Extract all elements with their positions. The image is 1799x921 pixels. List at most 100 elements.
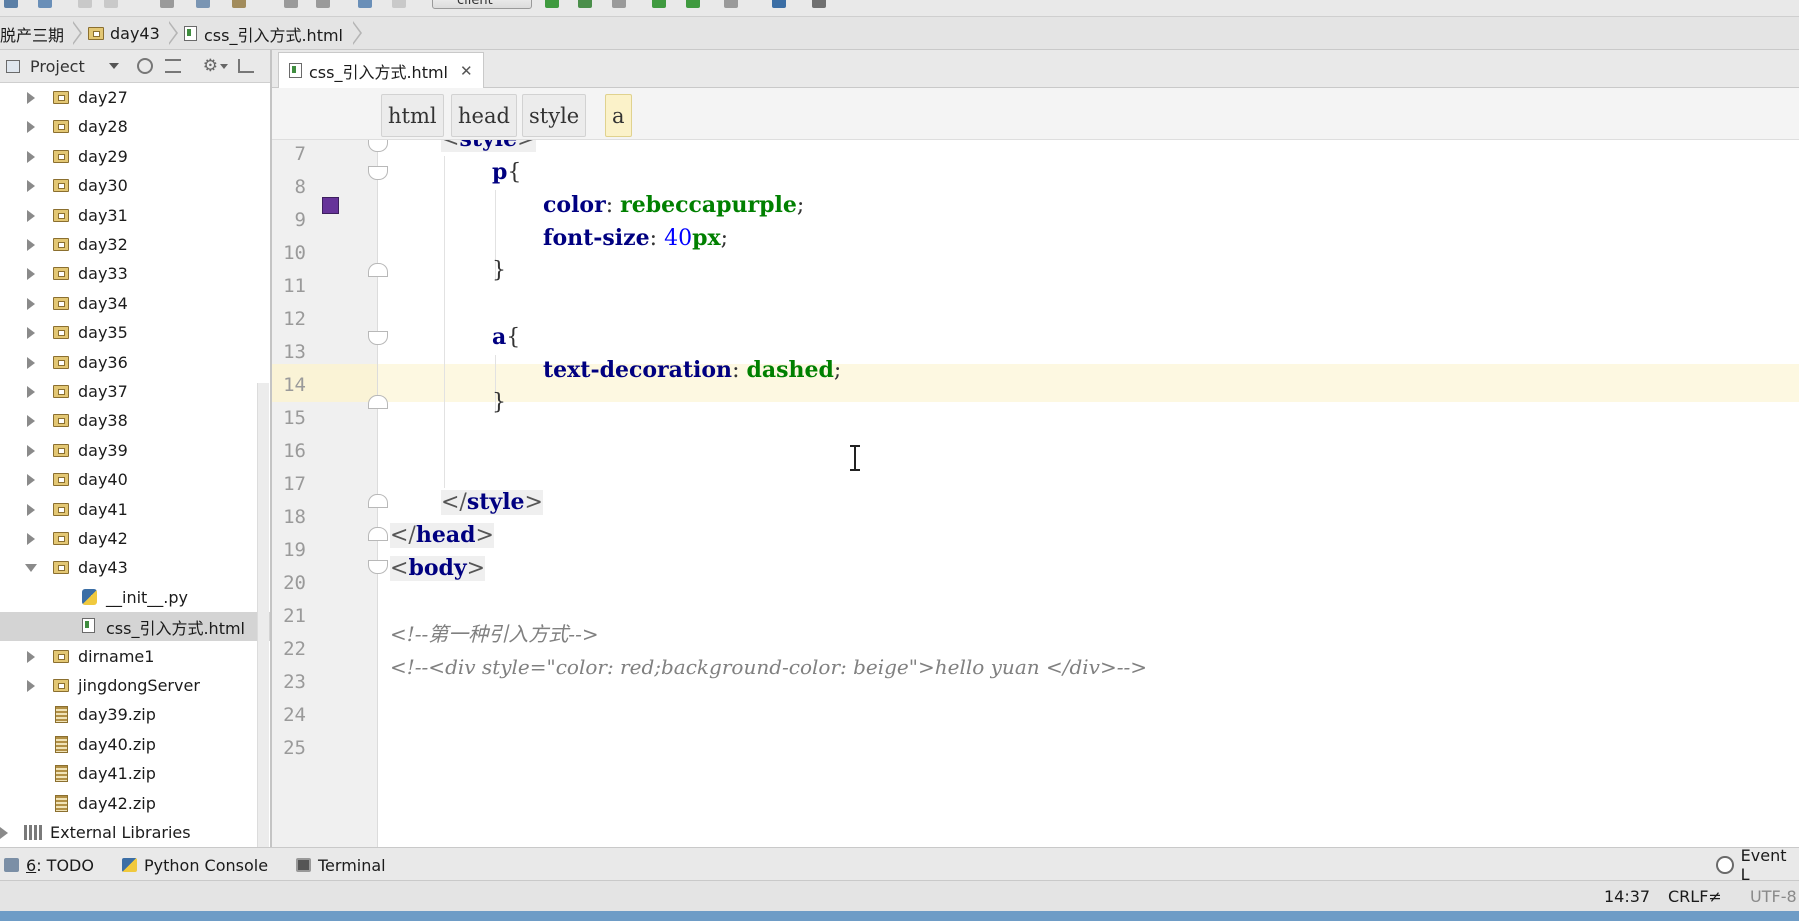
terminal-button[interactable]: Terminal (296, 848, 386, 882)
tree-folder-day29[interactable]: day29 (0, 142, 270, 171)
nav-crumb-file[interactable]: css_引入方式.html (184, 17, 343, 50)
nav-forward-icon[interactable] (392, 0, 406, 8)
event-log-button[interactable]: Event L (1716, 846, 1799, 884)
project-scrollbar[interactable] (257, 383, 269, 847)
tree-folder-dirname1[interactable]: dirname1 (0, 642, 270, 671)
fold-marker-icon[interactable] (368, 527, 388, 541)
collapse-all-icon[interactable] (164, 59, 181, 73)
tree-folder-day31[interactable]: day31 (0, 201, 270, 230)
tag-crumb-head[interactable]: head (451, 94, 517, 137)
cut-icon[interactable] (160, 0, 174, 8)
expand-arrow-icon[interactable] (27, 298, 35, 310)
hide-panel-icon[interactable] (238, 59, 254, 73)
run-configuration-select[interactable]: client (432, 0, 532, 9)
concurrency-icon[interactable] (686, 0, 700, 8)
tree-file-init-py[interactable]: __init__.py (0, 583, 270, 612)
project-panel-title[interactable]: Project (30, 57, 85, 76)
nav-crumb-project[interactable]: 脱产三期 (0, 17, 64, 50)
expand-arrow-icon[interactable] (27, 180, 35, 192)
tree-folder-day42[interactable]: day42 (0, 524, 270, 553)
expand-arrow-icon[interactable] (27, 386, 35, 398)
tree-folder-day32[interactable]: day32 (0, 230, 270, 259)
profile-icon[interactable] (652, 0, 666, 8)
todo-button[interactable]: 6: TODO (4, 848, 94, 882)
expand-arrow-icon[interactable] (27, 151, 35, 163)
expand-arrow-icon[interactable] (27, 268, 35, 280)
forward-icon[interactable] (104, 0, 118, 8)
vcs-icon[interactable] (724, 0, 738, 8)
tree-folder-day41[interactable]: day41 (0, 495, 270, 524)
color-preview-swatch[interactable] (322, 197, 339, 214)
tree-folder-day28[interactable]: day28 (0, 112, 270, 141)
fold-marker-icon[interactable] (368, 166, 388, 180)
replace-icon[interactable] (316, 0, 330, 8)
tag-crumb-style[interactable]: style (522, 94, 587, 137)
sync-scroll-icon[interactable] (136, 58, 153, 74)
tree-folder-day33[interactable]: day33 (0, 259, 270, 288)
expand-arrow-icon[interactable] (27, 121, 35, 133)
close-icon[interactable]: ✕ (460, 62, 473, 80)
nav-back-icon[interactable] (358, 0, 372, 8)
tree-folder-day40[interactable]: day40 (0, 465, 270, 494)
file-encoding[interactable]: UTF-8 (1750, 881, 1797, 911)
tree-folder-day30[interactable]: day30 (0, 171, 270, 200)
expand-arrow-icon[interactable] (27, 327, 35, 339)
tree-folder-day34[interactable]: day34 (0, 289, 270, 318)
tree-folder-jingdongserver[interactable]: jingdongServer (0, 671, 270, 700)
expand-arrow-icon[interactable] (27, 415, 35, 427)
expand-arrow-icon[interactable] (27, 445, 35, 457)
tab-css-html[interactable]: css_引入方式.html ✕ (278, 52, 484, 88)
expand-arrow-icon[interactable] (27, 239, 35, 251)
expand-arrow-icon[interactable] (27, 533, 35, 545)
debug-icon[interactable] (578, 0, 592, 8)
caret-position[interactable]: 14:37 (1604, 881, 1650, 911)
expand-arrow-icon[interactable] (27, 357, 35, 369)
tag-crumb-html[interactable]: html (381, 94, 444, 137)
run-icon[interactable] (545, 0, 559, 8)
gear-dropdown-icon[interactable] (220, 63, 228, 69)
tree-folder-day35[interactable]: day35 (0, 318, 270, 347)
tree-file-css-html[interactable]: css_引入方式.html (0, 612, 270, 641)
tree-file-day39-zip[interactable]: day39.zip (0, 700, 270, 729)
fold-marker-icon[interactable] (368, 331, 388, 345)
coverage-icon[interactable] (612, 0, 626, 8)
tree-folder-day27[interactable]: day27 (0, 83, 270, 112)
nav-crumb-day43[interactable]: day43 (88, 17, 160, 50)
project-view-dropdown-icon[interactable] (108, 63, 119, 69)
tree-folder-day43[interactable]: day43 (0, 553, 270, 582)
find-icon[interactable] (284, 0, 298, 8)
expand-arrow-icon[interactable] (27, 504, 35, 516)
line-separator[interactable]: CRLF≠ (1668, 881, 1722, 911)
tree-folder-day39[interactable]: day39 (0, 436, 270, 465)
paste-icon[interactable] (232, 0, 246, 8)
tree-external-libraries[interactable]: External Libraries (0, 818, 270, 847)
expand-arrow-icon[interactable] (27, 92, 35, 104)
fold-marker-icon[interactable] (368, 140, 388, 152)
project-structure-icon[interactable] (4, 0, 18, 8)
expand-arrow-icon[interactable] (27, 210, 35, 222)
tree-folder-day37[interactable]: day37 (0, 377, 270, 406)
help-icon[interactable] (772, 0, 786, 8)
settings-icon[interactable] (812, 0, 826, 8)
tree-folder-day36[interactable]: day36 (0, 348, 270, 377)
tree-folder-day38[interactable]: day38 (0, 406, 270, 435)
tag-crumb-a[interactable]: a (605, 94, 632, 137)
fold-marker-icon[interactable] (368, 395, 388, 409)
expand-arrow-icon[interactable] (27, 651, 35, 663)
tree-file-day42-zip[interactable]: day42.zip (0, 789, 270, 818)
fold-marker-icon[interactable] (368, 494, 388, 508)
collapse-arrow-icon[interactable] (25, 564, 37, 572)
fold-marker-icon[interactable] (368, 263, 388, 277)
expand-arrow-icon[interactable] (27, 680, 35, 692)
python-console-button[interactable]: Python Console (122, 848, 268, 882)
expand-arrow-icon[interactable] (0, 827, 8, 839)
copy-icon[interactable] (196, 0, 210, 8)
gear-icon[interactable]: ⚙ (203, 57, 218, 75)
expand-arrow-icon[interactable] (27, 474, 35, 486)
code-editor[interactable]: 7 8 9 10 11 12 13 14 15 16 17 18 19 20 2… (272, 140, 1799, 847)
tree-file-day41-zip[interactable]: day41.zip (0, 759, 270, 788)
tree-file-day40-zip[interactable]: day40.zip (0, 730, 270, 759)
sync-icon[interactable] (38, 0, 52, 8)
back-icon[interactable] (78, 0, 92, 8)
fold-marker-icon[interactable] (368, 560, 388, 574)
